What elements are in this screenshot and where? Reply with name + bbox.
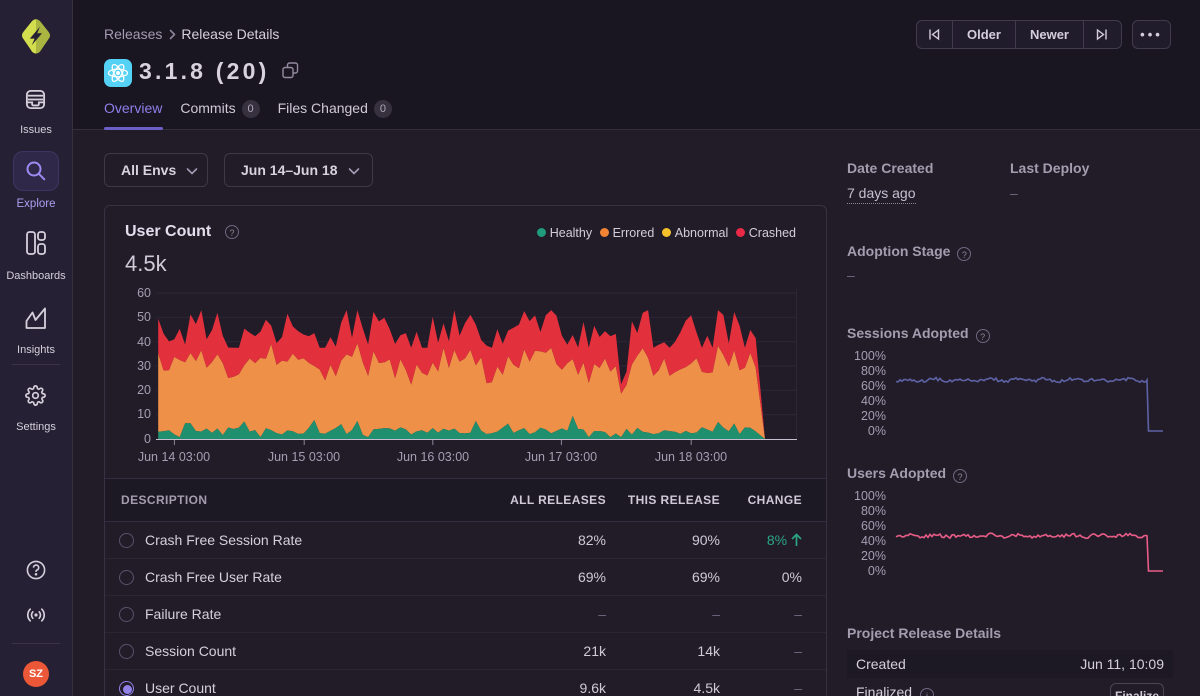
- svg-text:40%: 40%: [861, 534, 886, 548]
- svg-text:Jun 15 03:00: Jun 15 03:00: [268, 450, 340, 464]
- svg-text:Jun 18 03:00: Jun 18 03:00: [655, 450, 727, 464]
- svg-text:60%: 60%: [861, 519, 886, 533]
- svg-text:0%: 0%: [868, 424, 886, 438]
- svg-text:40%: 40%: [861, 394, 886, 408]
- svg-text:0: 0: [144, 432, 151, 446]
- svg-text:Jun 16 03:00: Jun 16 03:00: [397, 450, 469, 464]
- svg-text:Jun 17 03:00: Jun 17 03:00: [525, 450, 597, 464]
- svg-text:Jun 14 03:00: Jun 14 03:00: [138, 450, 210, 464]
- svg-text:60%: 60%: [861, 379, 886, 393]
- svg-text:30: 30: [137, 359, 151, 373]
- svg-text:20%: 20%: [861, 549, 886, 563]
- svg-text:100%: 100%: [854, 349, 886, 363]
- svg-text:20: 20: [137, 383, 151, 397]
- svg-text:100%: 100%: [854, 489, 886, 503]
- svg-text:10: 10: [137, 407, 151, 421]
- svg-text:60: 60: [137, 286, 151, 300]
- svg-text:0%: 0%: [868, 564, 886, 578]
- svg-text:40: 40: [137, 335, 151, 349]
- svg-text:50: 50: [137, 310, 151, 324]
- svg-text:80%: 80%: [861, 364, 886, 378]
- svg-text:80%: 80%: [861, 504, 886, 518]
- svg-text:20%: 20%: [861, 409, 886, 423]
